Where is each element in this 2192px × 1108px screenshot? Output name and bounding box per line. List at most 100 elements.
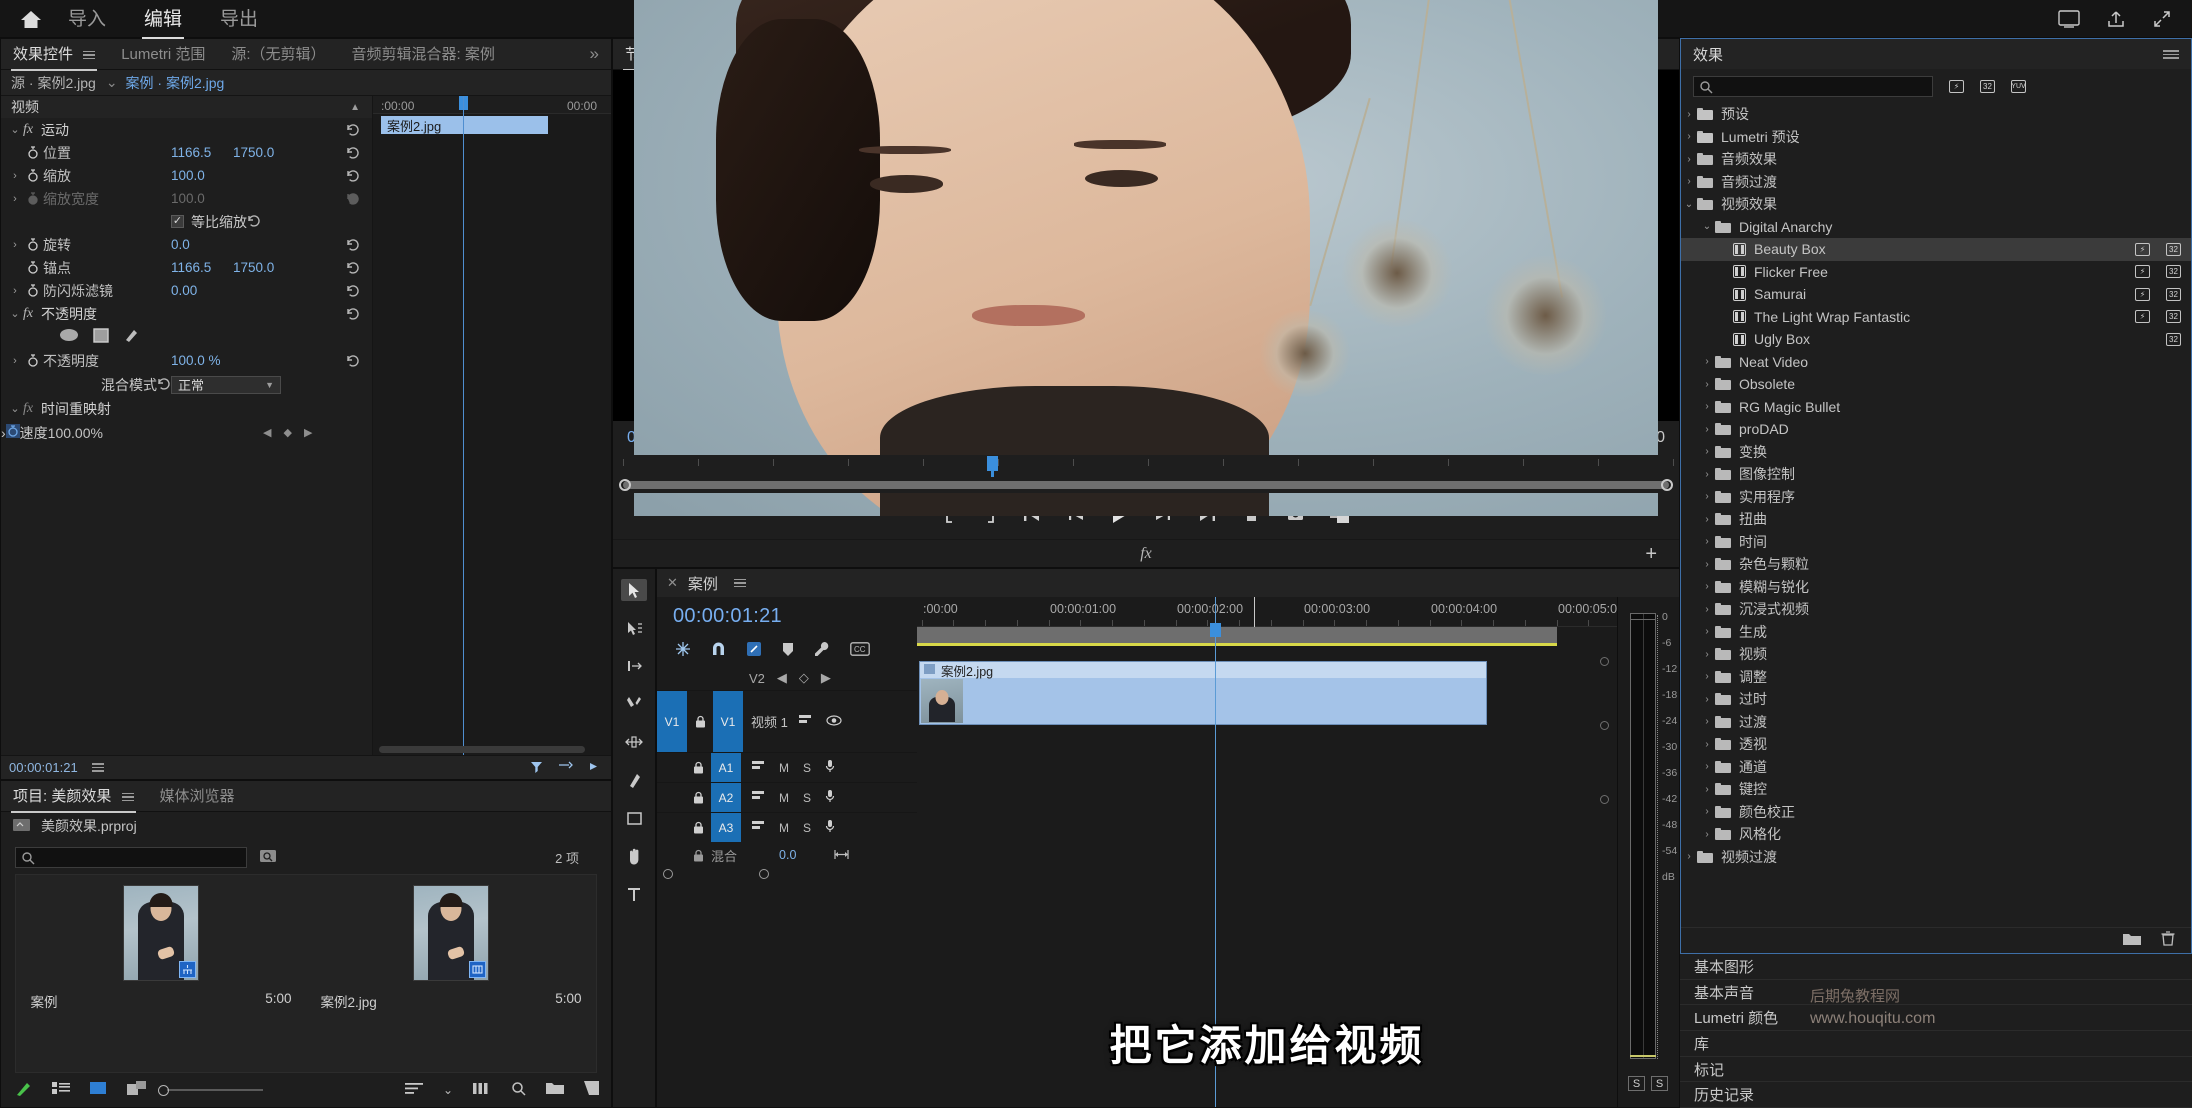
sync-lock-icon[interactable] (751, 789, 765, 806)
stopwatch-icon[interactable] (5, 424, 20, 441)
lock-icon[interactable] (685, 849, 711, 862)
lock-icon[interactable] (685, 761, 711, 774)
param-anchor-point[interactable]: 锚点 1166.5 1750.0 (1, 256, 372, 279)
tab-lumetri-scopes[interactable]: Lumetri 范围 (119, 37, 207, 71)
rectangle-tool[interactable] (621, 807, 647, 829)
effects-tree-item-utility[interactable]: › 实用程序 (1681, 486, 2191, 509)
chevron-right-icon[interactable]: › (1699, 379, 1715, 390)
effect-controls-timecode[interactable]: 00:00:01:21 (9, 760, 78, 775)
list-view-icon[interactable] (52, 1081, 70, 1099)
track-header-a1[interactable]: A1 M S (657, 752, 917, 782)
video-group-header[interactable]: 视频 ▲ (1, 96, 372, 118)
find-icon[interactable] (259, 848, 277, 867)
type-tool[interactable] (621, 883, 647, 905)
param-speed-value[interactable]: 100.00% (48, 425, 103, 441)
effects-tree-item-transition[interactable]: › 过渡 (1681, 711, 2191, 734)
reset-icon[interactable] (346, 123, 360, 136)
chevron-down-icon[interactable]: ⌄ (443, 1083, 453, 1097)
tabs-overflow-icon[interactable]: » (588, 38, 601, 71)
param-anchor-y[interactable]: 1750.0 (233, 260, 274, 275)
effects-tree[interactable]: › 预设 › Lumetri 预设 › 音频效果 › 音频过渡 ⌄ 视频效果 ⌄ Digit… (1681, 103, 2191, 927)
effects-tree-item-time[interactable]: › 时间 (1681, 531, 2191, 554)
chevron-right-icon[interactable]: › (1681, 131, 1697, 142)
effect-timeline-hscrollbar[interactable] (379, 746, 585, 753)
reset-icon[interactable] (346, 261, 360, 274)
selection-tool[interactable] (621, 579, 647, 601)
pan-balance-icon[interactable] (834, 848, 850, 863)
chevron-down-icon[interactable]: ⌄ (1681, 199, 1697, 210)
project-item-grid[interactable]: 案例 5:00 案例2.jpg 5:00 (15, 874, 597, 1073)
chevron-right-icon[interactable]: › (1699, 761, 1715, 772)
linked-selection-icon[interactable] (746, 641, 762, 661)
scroll-handle-right[interactable] (759, 869, 769, 879)
stopwatch-icon[interactable] (23, 261, 43, 274)
chevron-right-icon[interactable]: › (7, 355, 23, 367)
param-uniform-scale[interactable]: 等比缩放 (1, 210, 372, 233)
effects-tree-item-keying[interactable]: › 键控 (1681, 778, 2191, 801)
audio-meter-clip-indicator[interactable] (1630, 613, 1656, 620)
chevron-right-icon[interactable]: › (1681, 176, 1697, 187)
param-blend-mode[interactable]: 混合模式 正常 ▼ (1, 372, 372, 397)
slip-tool[interactable] (621, 731, 647, 753)
timeline-canvas[interactable]: :00:00 00:00:01:00 00:00:02:00 00:00:03:… (917, 597, 1617, 1107)
effects-tree-item-presets[interactable]: › 预设 (1681, 103, 2191, 126)
menu-item-import[interactable]: 导入 (64, 0, 110, 39)
chevron-right-icon[interactable]: › (1699, 604, 1715, 615)
program-scrub-track[interactable] (623, 481, 1669, 489)
chevron-right-icon[interactable]: › (1681, 154, 1697, 165)
program-scrubber[interactable] (613, 477, 1679, 493)
master-mix-value[interactable]: 0.0 (779, 848, 796, 862)
effects-tree-item-lumetri-presets[interactable]: › Lumetri 预设 (1681, 126, 2191, 149)
chevron-right-icon[interactable]: › (1699, 536, 1715, 547)
effects-tree-item-distort[interactable]: › 扭曲 (1681, 508, 2191, 531)
stopwatch-icon[interactable] (23, 354, 43, 367)
tab-media-browser[interactable]: 媒体浏览器 (158, 779, 237, 813)
effects-tree-item-video-transitions[interactable]: › 视频过渡 (1681, 846, 2191, 869)
new-custom-bin-icon[interactable] (2123, 932, 2141, 950)
loop-playback-icon[interactable] (557, 760, 573, 776)
tab-source-monitor[interactable]: 源:（无剪辑） (229, 37, 327, 71)
param-scale[interactable]: › 缩放 100.0 (1, 164, 372, 187)
chevron-right-icon[interactable]: › (1699, 739, 1715, 750)
fullscreen-icon[interactable] (2152, 9, 2172, 29)
master-mix-row[interactable]: 混合 0.0 (657, 842, 917, 868)
chevron-right-icon[interactable]: › (1681, 851, 1697, 862)
chevron-right-icon[interactable]: › (1699, 829, 1715, 840)
chevron-right-icon[interactable]: › (1699, 559, 1715, 570)
pen-mask-icon[interactable] (123, 327, 139, 347)
track-a1-mute-button[interactable]: M (779, 761, 789, 775)
microphone-icon[interactable] (825, 789, 835, 807)
chevron-right-icon[interactable]: › (1699, 694, 1715, 705)
panel-menu-icon[interactable] (121, 792, 134, 802)
pen-tool[interactable] (621, 769, 647, 791)
lock-icon[interactable] (687, 715, 713, 728)
ellipse-mask-icon[interactable] (59, 328, 79, 346)
param-position[interactable]: 位置 1166.5 1750.0 (1, 141, 372, 164)
find-icon[interactable] (511, 1081, 526, 1100)
chevron-right-icon[interactable]: › (1699, 469, 1715, 480)
effects-tree-item-immersive-video[interactable]: › 沉浸式视频 (1681, 598, 2191, 621)
track-a1-number[interactable]: A1 (711, 753, 741, 782)
play-only-audio-icon[interactable] (587, 760, 601, 776)
track-header-a2[interactable]: A2 M S (657, 782, 917, 812)
freeform-layout-icon[interactable] (127, 1080, 147, 1100)
track-header-v1[interactable]: V1 V1 视频 1 (657, 690, 917, 752)
prev-keyframe-icon[interactable]: ◀ (263, 426, 271, 439)
snap-in-point-icon[interactable] (675, 641, 691, 661)
eye-icon[interactable] (826, 713, 842, 730)
lock-icon[interactable] (685, 791, 711, 804)
track-a3-number[interactable]: A3 (711, 813, 741, 842)
track-a2-solo-button[interactable]: S (803, 791, 811, 805)
magnet-icon[interactable] (711, 641, 726, 661)
param-opacity[interactable]: › 不透明度 100.0 % (1, 349, 372, 372)
icon-view-icon[interactable] (90, 1081, 107, 1099)
razor-tool[interactable] (621, 693, 647, 715)
track-v1-target-button[interactable]: V1 (657, 691, 687, 752)
param-rotation[interactable]: › 旋转 0.0 (1, 233, 372, 256)
panel-menu-icon[interactable] (2157, 46, 2179, 63)
reset-icon[interactable] (346, 354, 360, 367)
add-keyframe-icon[interactable]: ◇ (799, 670, 809, 686)
track-header-a3[interactable]: A3 M S (657, 812, 917, 842)
32-bit-icon[interactable]: 32 (1980, 79, 1995, 93)
chevron-right-icon[interactable]: › (1699, 514, 1715, 525)
